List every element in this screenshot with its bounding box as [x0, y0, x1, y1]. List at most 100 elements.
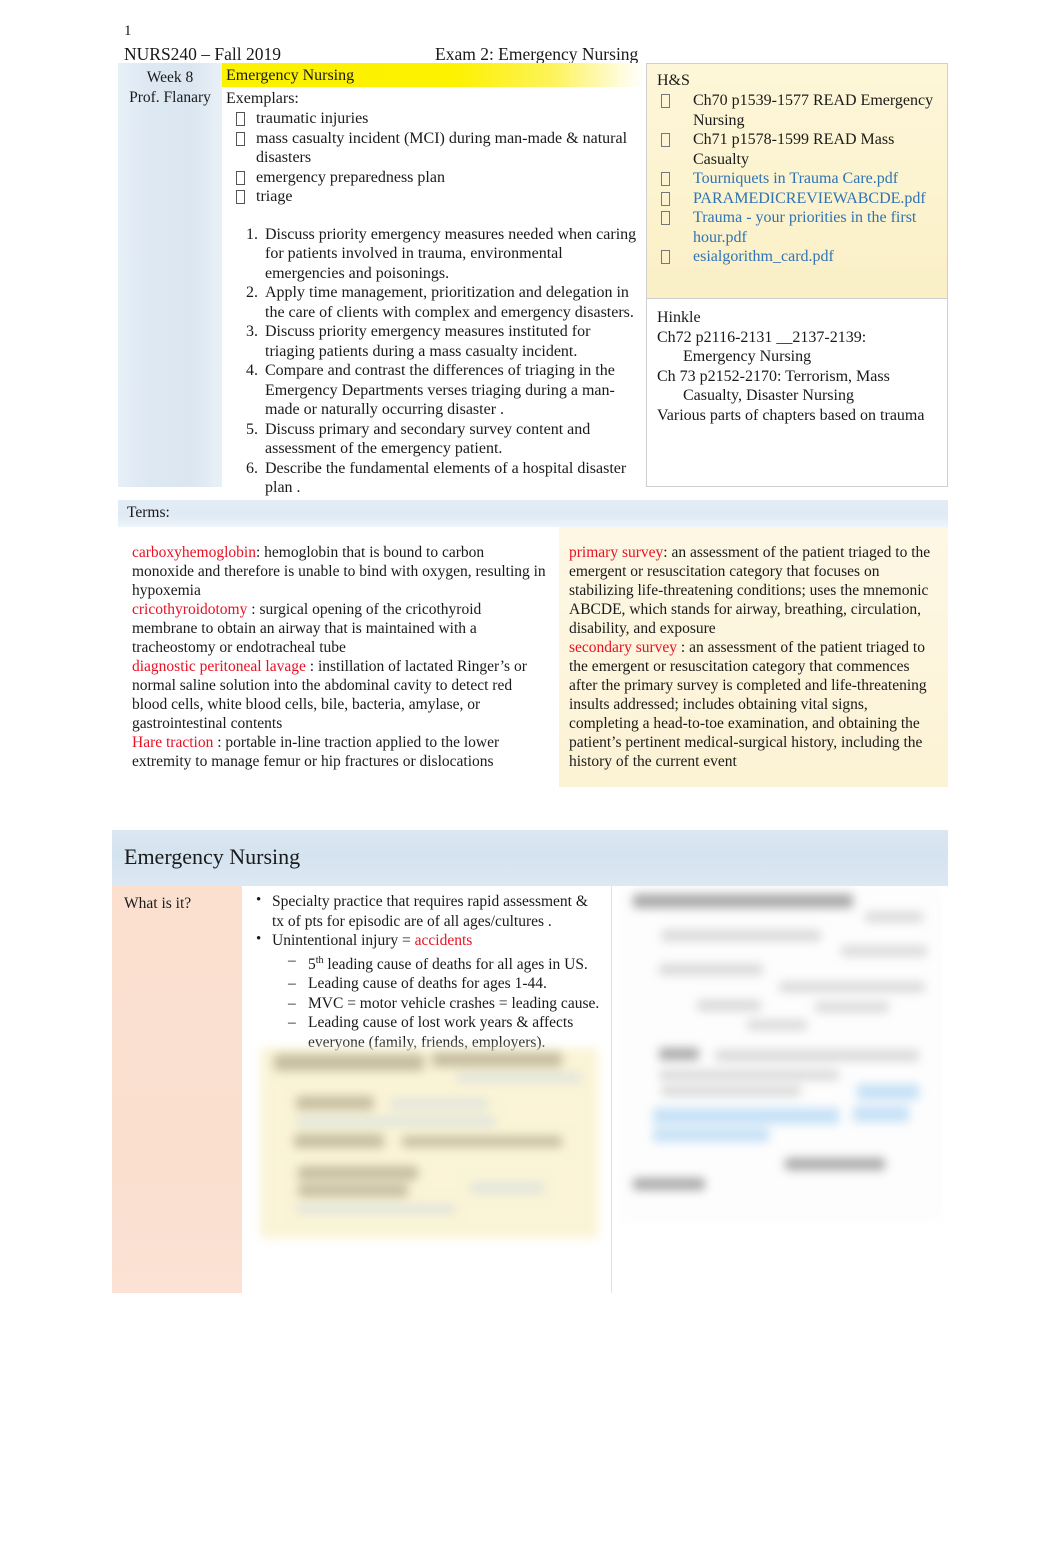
hinkle-body: Hinkle Ch72 p2116-2131 __2137-2139: Emerge…: [647, 299, 947, 425]
hinkle-line: Ch 73 p2152-2170: Terrorism, Mass: [657, 367, 890, 385]
objectives-list: Discuss priority emergency measures need…: [222, 225, 646, 498]
objective-item: Discuss primary and secondary survey con…: [262, 420, 638, 459]
term-name: primary survey: [569, 544, 664, 561]
term-entry: cricothyroidotomy : surgical opening of …: [132, 600, 549, 657]
objective-item: Discuss priority emergency measures inst…: [262, 322, 638, 361]
term-entry: Hare traction : portable in-line tractio…: [132, 733, 549, 771]
exemplar-label: triage: [256, 188, 293, 205]
objective-item: Discuss priority emergency measures need…: [262, 225, 638, 284]
page-number: 1: [124, 23, 132, 39]
bullet-highlight-text: accidents: [414, 932, 473, 949]
reading-link-item[interactable]: PARAMEDICREVIEWABCDE.pdf: [659, 189, 943, 209]
content-sub-bullets: 5th leading cause of deaths for all ages…: [272, 951, 603, 1053]
term-entry: secondary survey : an assessment of the …: [569, 638, 936, 771]
sub-bullet-text: MVC = motor vehicle crashes = leading ca…: [308, 994, 600, 1012]
week-label: Week 8: [146, 69, 194, 86]
reading-label: Ch71 p1578-1599 READ Mass Casualty: [693, 131, 895, 168]
emergency-nursing-header: Emergency Nursing: [112, 830, 948, 886]
objective-item: Apply time management, prioritization an…: [262, 283, 638, 322]
blurred-slide-thumbnail-cream: [260, 1048, 598, 1238]
reading-item: Ch71 p1578-1599 READ Mass Casualty: [659, 130, 943, 169]
term-separator: :: [677, 639, 690, 656]
objectives-cell: Emergency Nursing Exemplars: traumatic i…: [222, 63, 646, 496]
objective-item: Compare and contrast the differences of …: [262, 361, 638, 420]
reading-label: Trauma - your priorities in the first ho…: [693, 209, 917, 246]
term-name: Hare traction: [132, 734, 214, 751]
bullet-box-icon: [661, 133, 670, 147]
sub-bullet-text: leading cause of deaths for all ages in …: [323, 955, 588, 973]
reading-label: Ch70 p1539-1577 READ Emergency Nursing: [693, 92, 934, 129]
bullet-box-icon: [661, 250, 670, 264]
topic-highlight: Emergency Nursing: [222, 63, 646, 87]
bullet-box-icon: [661, 172, 670, 186]
exemplar-item: emergency preparedness plan: [234, 168, 640, 188]
bullet-box-icon: [236, 112, 245, 126]
professor-label: Prof. Flanary: [129, 89, 211, 106]
term-separator: :: [255, 544, 265, 561]
bullet-box-icon: [236, 170, 245, 185]
term-separator: :: [305, 658, 318, 675]
exemplar-label: emergency preparedness plan: [256, 168, 445, 186]
term-entry: diagnostic peritoneal lavage : instillat…: [132, 657, 549, 733]
header-course: NURS240 – Fall 2019: [124, 44, 282, 64]
bullet-box-icon: [236, 190, 245, 204]
emergency-nursing-bullets: Specialty practice that requires rapid a…: [242, 891, 611, 1053]
term-separator: :: [213, 734, 226, 751]
sub-bullet-superscript: th: [315, 954, 324, 966]
reading-label: Tourniquets in Trauma Care.pdf: [693, 170, 899, 187]
hinkle-line: Various parts of chapters based on traum…: [657, 406, 925, 424]
terms-body: carboxyhemoglobin: hemoglobin that is bo…: [118, 527, 948, 787]
hs-readings-cell: H&S Ch70 p1539-1577 READ Emergency Nursi…: [646, 63, 948, 299]
sub-bullet-prefix: 5: [308, 955, 316, 973]
content-bullet: Unintentional injury = accidents 5th lead…: [254, 930, 603, 1053]
sub-bullet-text: Leading cause of lost work years & affec…: [308, 1014, 574, 1051]
bullet-box-icon: [236, 131, 245, 146]
what-is-it-label-cell: What is it?: [112, 886, 242, 1293]
document-header: NURS240 – Fall 2019 Exam 2: Emergency Nu…: [124, 43, 948, 65]
bullet-box-icon: [661, 191, 670, 206]
hs-readings-list: Ch70 p1539-1577 READ Emergency Nursing Ch…: [647, 91, 947, 267]
header-exam-title: Exam 2: Emergency Nursing: [435, 44, 639, 64]
content-sub-bullet: MVC = motor vehicle crashes = leading ca…: [288, 994, 603, 1014]
reading-item: Ch70 p1539-1577 READ Emergency Nursing: [659, 91, 943, 130]
content-sub-bullet: Leading cause of lost work years & affec…: [288, 1013, 603, 1052]
bullet-text: Unintentional injury =: [272, 932, 415, 949]
terms-header-bar: Terms:: [118, 500, 948, 527]
hs-title: H&S: [657, 72, 690, 89]
bullet-box-icon: [661, 211, 670, 225]
exemplar-label: mass casualty incident (MCI) during man-…: [256, 129, 628, 167]
emergency-nursing-image-cell: [613, 886, 948, 1293]
emergency-nursing-body: What is it? Specialty practice that requ…: [112, 886, 948, 1293]
term-name: carboxyhemoglobin: [132, 544, 256, 561]
exemplars-list: traumatic injuries mass casualty incident…: [222, 109, 646, 207]
hinkle-title: Hinkle: [657, 309, 701, 326]
terms-left-column: carboxyhemoglobin: hemoglobin that is bo…: [118, 527, 559, 787]
reading-link-item[interactable]: Trauma - your priorities in the first ho…: [659, 208, 943, 247]
reading-label: esialgorithm_card.pdf: [693, 248, 834, 265]
hinkle-line: Casualty, Disaster Nursing: [683, 387, 854, 404]
hinkle-line: Ch72 p2116-2131 __2137-2139:: [657, 328, 867, 346]
term-definition: an assessment of the patient triaged to …: [569, 639, 927, 770]
hinkle-line: Emergency Nursing: [683, 348, 812, 365]
emergency-nursing-title: Emergency Nursing: [124, 844, 301, 869]
content-sub-bullet: 5th leading cause of deaths for all ages…: [288, 951, 603, 975]
exemplars-label: Exemplars:: [226, 90, 299, 107]
reading-link-item[interactable]: Tourniquets in Trauma Care.pdf: [659, 169, 943, 189]
reading-label: PARAMEDICREVIEWABCDE.pdf: [693, 189, 926, 207]
sub-bullet-text: Leading cause of deaths for ages 1-44.: [308, 975, 547, 993]
content-sub-bullet: Leading cause of deaths for ages 1-44.: [288, 974, 603, 994]
content-bullet: Specialty practice that requires rapid a…: [254, 891, 603, 931]
readings-cell-group: H&S Ch70 p1539-1577 READ Emergency Nursi…: [646, 63, 948, 487]
term-entry: primary survey: an assessment of the pat…: [569, 543, 936, 638]
term-name: diagnostic peritoneal lavage: [132, 658, 306, 675]
week-info-cell: Week 8 Prof. Flanary: [118, 63, 222, 487]
what-is-it-label: What is it?: [124, 895, 192, 912]
reading-link-item[interactable]: esialgorithm_card.pdf: [659, 247, 943, 267]
week-objectives-table: Week 8 Prof. Flanary Emergency Nursing E…: [118, 63, 948, 496]
terms-right-column: primary survey: an assessment of the pat…: [559, 527, 948, 787]
exemplar-item: triage: [234, 187, 640, 207]
exemplar-item: traumatic injuries: [234, 109, 640, 129]
term-name: cricothyroidotomy: [132, 601, 248, 618]
bullet-text: Specialty practice that requires rapid a…: [272, 893, 588, 930]
term-name: secondary survey: [569, 639, 678, 656]
